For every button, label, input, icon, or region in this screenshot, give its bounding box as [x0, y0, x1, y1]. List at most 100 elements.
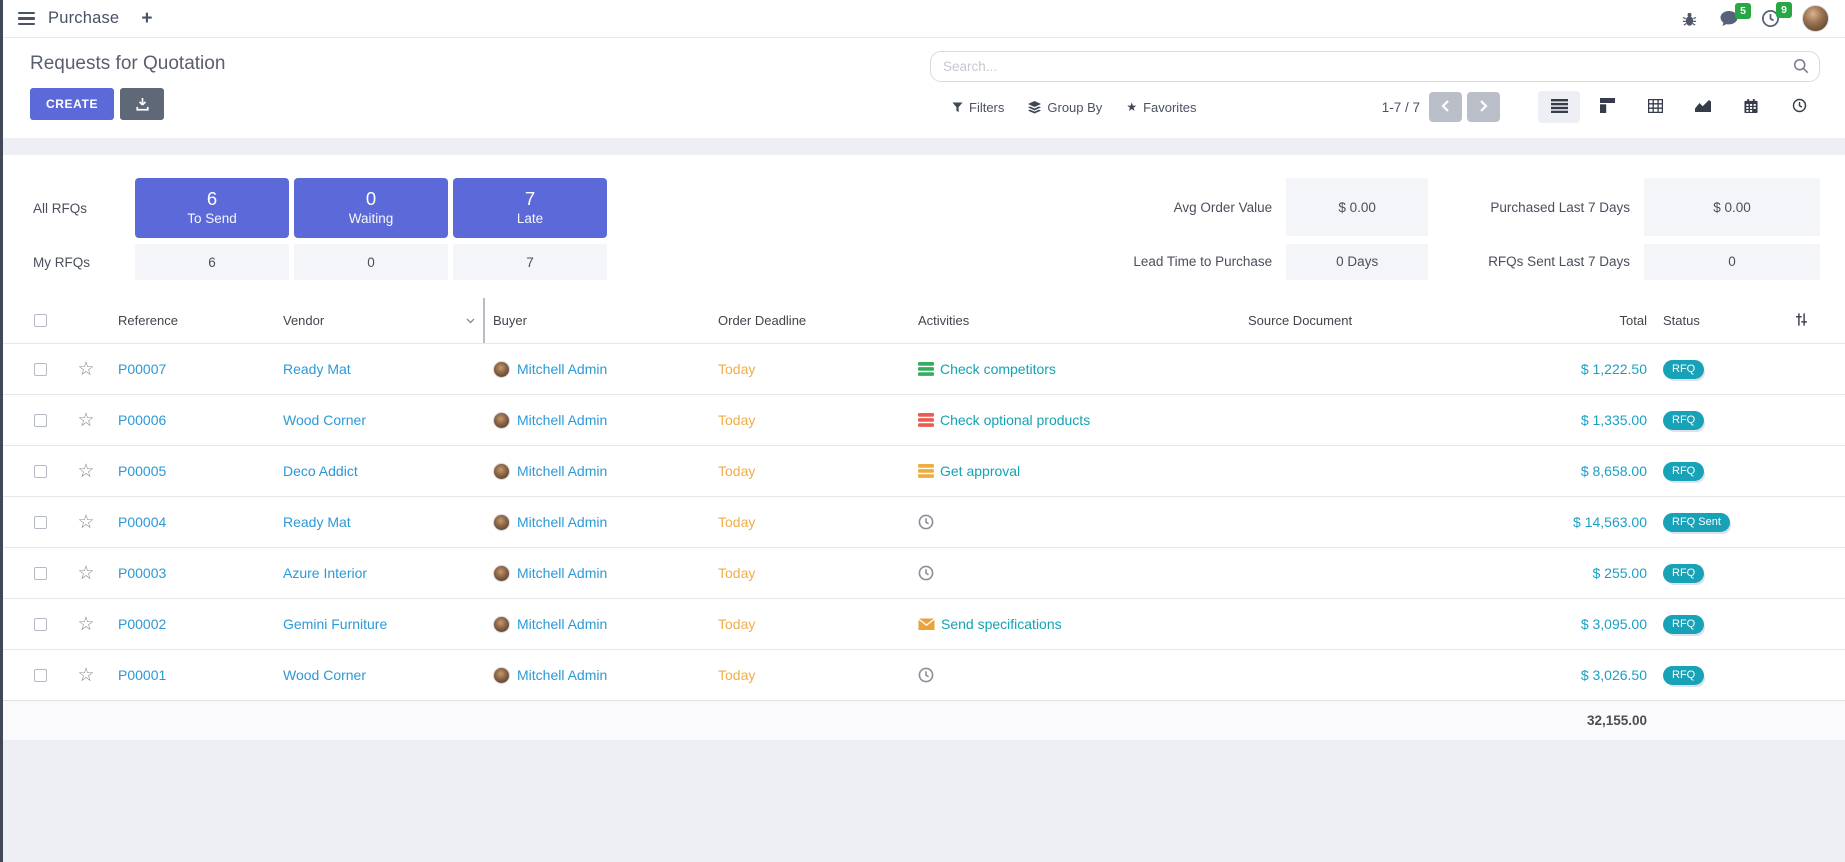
star-icon[interactable]: ☆	[77, 360, 94, 379]
group-by-button[interactable]: Group By	[1016, 94, 1114, 121]
table-row[interactable]: ☆ P00001 Wood Corner Mitchell Admin Toda…	[0, 649, 1845, 700]
activity-clock-icon[interactable]	[918, 514, 934, 530]
pager-next-button[interactable]	[1467, 92, 1500, 122]
activity-list-icon[interactable]	[918, 413, 934, 427]
search-input[interactable]	[930, 51, 1820, 82]
reference-link[interactable]: P00006	[118, 412, 166, 428]
user-avatar[interactable]	[1802, 5, 1829, 32]
row-checkbox[interactable]	[34, 567, 47, 580]
view-pivot-button[interactable]	[1634, 91, 1676, 123]
column-vendor[interactable]: Vendor	[275, 298, 485, 343]
star-icon[interactable]: ☆	[77, 666, 94, 685]
row-checkbox[interactable]	[34, 414, 47, 427]
activities-button[interactable]: 9	[1761, 9, 1780, 28]
view-activity-button[interactable]	[1778, 91, 1820, 123]
select-all-checkbox[interactable]	[34, 314, 47, 327]
view-graph-button[interactable]	[1682, 91, 1724, 123]
buyer-link[interactable]: Mitchell Admin	[517, 412, 607, 428]
debug-bug-icon[interactable]	[1682, 11, 1697, 27]
filter-funnel-icon	[952, 102, 963, 113]
table-row[interactable]: ☆ P00002 Gemini Furniture Mitchell Admin…	[0, 598, 1845, 649]
column-total[interactable]: Total	[1495, 298, 1655, 343]
app-title[interactable]: Purchase	[48, 9, 119, 28]
reference-link[interactable]: P00005	[118, 463, 166, 479]
activity-link[interactable]: Check optional products	[940, 412, 1090, 428]
row-checkbox[interactable]	[34, 669, 47, 682]
download-icon	[135, 97, 150, 112]
activity-link[interactable]: Send specifications	[941, 616, 1062, 632]
vendor-link[interactable]: Ready Mat	[283, 361, 351, 377]
adjust-columns-button[interactable]	[1780, 298, 1823, 343]
activity-list-icon[interactable]	[918, 464, 934, 478]
star-icon[interactable]: ☆	[77, 513, 94, 532]
star-icon[interactable]: ☆	[77, 411, 94, 430]
row-checkbox[interactable]	[34, 465, 47, 478]
table-row[interactable]: ☆ P00003 Azure Interior Mitchell Admin T…	[0, 547, 1845, 598]
view-list-button[interactable]	[1538, 91, 1580, 123]
messages-button[interactable]: 5	[1719, 10, 1739, 27]
table-row[interactable]: ☆ P00004 Ready Mat Mitchell Admin Today …	[0, 496, 1845, 547]
buyer-link[interactable]: Mitchell Admin	[517, 361, 607, 377]
waiting-label: Waiting	[349, 211, 394, 226]
stat-late-button[interactable]: 7 Late	[453, 178, 607, 238]
activity-link[interactable]: Check competitors	[940, 361, 1056, 377]
plus-icon[interactable]: +	[141, 9, 152, 28]
column-activities[interactable]: Activities	[910, 298, 1240, 343]
row-checkbox[interactable]	[34, 516, 47, 529]
column-source-document[interactable]: Source Document	[1240, 298, 1495, 343]
stat-waiting-button[interactable]: 0 Waiting	[294, 178, 448, 238]
buyer-link[interactable]: Mitchell Admin	[517, 616, 607, 632]
vendor-link[interactable]: Ready Mat	[283, 514, 351, 530]
pager-prev-button[interactable]	[1429, 92, 1462, 122]
reference-link[interactable]: P00003	[118, 565, 166, 581]
buyer-link[interactable]: Mitchell Admin	[517, 667, 607, 683]
buyer-link[interactable]: Mitchell Admin	[517, 565, 607, 581]
vendor-link[interactable]: Deco Addict	[283, 463, 358, 479]
view-kanban-button[interactable]	[1586, 91, 1628, 123]
table-row[interactable]: ☆ P00005 Deco Addict Mitchell Admin Toda…	[0, 445, 1845, 496]
rfqs-sent-value: 0	[1644, 244, 1820, 280]
export-button[interactable]	[120, 88, 164, 120]
search-icon[interactable]	[1793, 58, 1809, 79]
stat-to-send-button[interactable]: 6 To Send	[135, 178, 289, 238]
buyer-header-label: Buyer	[493, 313, 527, 328]
row-checkbox[interactable]	[34, 618, 47, 631]
reference-link[interactable]: P00007	[118, 361, 166, 377]
favorites-button[interactable]: ★ Favorites	[1114, 94, 1208, 121]
reference-link[interactable]: P00004	[118, 514, 166, 530]
activity-list-icon[interactable]	[918, 362, 934, 376]
star-icon[interactable]: ☆	[77, 615, 94, 634]
apps-menu-icon[interactable]	[18, 12, 35, 25]
column-reference[interactable]: Reference	[110, 298, 275, 343]
vendor-link[interactable]: Gemini Furniture	[283, 616, 387, 632]
activity-clock-icon[interactable]	[918, 667, 934, 683]
buyer-link[interactable]: Mitchell Admin	[517, 463, 607, 479]
column-buyer[interactable]: Buyer	[485, 298, 710, 343]
chevron-right-icon	[1479, 100, 1488, 115]
vendor-link[interactable]: Wood Corner	[283, 412, 366, 428]
column-order-deadline[interactable]: Order Deadline	[710, 298, 910, 343]
reference-link[interactable]: P00002	[118, 616, 166, 632]
my-to-send-count[interactable]: 6	[135, 244, 289, 280]
row-checkbox[interactable]	[34, 363, 47, 376]
deadline-text: Today	[718, 361, 755, 377]
my-late-count[interactable]: 7	[453, 244, 607, 280]
table-row[interactable]: ☆ P00006 Wood Corner Mitchell Admin Toda…	[0, 394, 1845, 445]
buyer-link[interactable]: Mitchell Admin	[517, 514, 607, 530]
star-icon[interactable]: ☆	[77, 462, 94, 481]
filters-button[interactable]: Filters	[940, 94, 1016, 121]
table-row[interactable]: ☆ P00007 Ready Mat Mitchell Admin Today …	[0, 343, 1845, 394]
vendor-link[interactable]: Azure Interior	[283, 565, 367, 581]
activity-view-icon	[1792, 98, 1807, 116]
vendor-link[interactable]: Wood Corner	[283, 667, 366, 683]
column-status[interactable]: Status	[1655, 298, 1780, 343]
activity-link[interactable]: Get approval	[940, 463, 1020, 479]
activity-clock-icon[interactable]	[918, 565, 934, 581]
star-icon[interactable]: ☆	[77, 564, 94, 583]
reference-link[interactable]: P00001	[118, 667, 166, 683]
adjust-columns-icon	[1794, 312, 1809, 330]
my-waiting-count[interactable]: 0	[294, 244, 448, 280]
create-button[interactable]: CREATE	[30, 88, 114, 120]
activity-envelope-icon[interactable]	[918, 618, 935, 631]
view-calendar-button[interactable]	[1730, 91, 1772, 123]
